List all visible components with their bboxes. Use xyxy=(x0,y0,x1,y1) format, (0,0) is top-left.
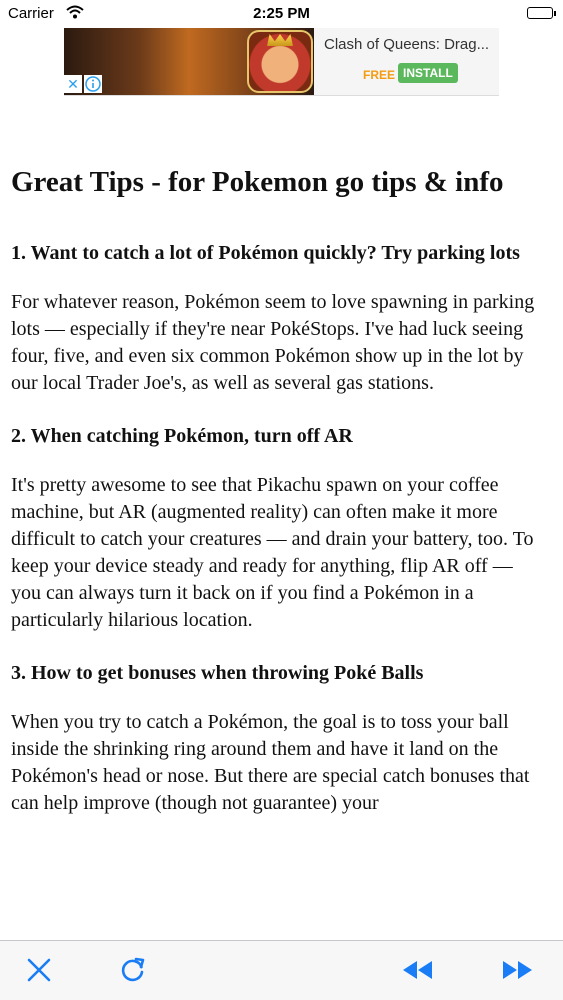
section-body: When you try to catch a Pokémon, the goa… xyxy=(11,711,530,814)
section-heading: 2. When catching Pokémon, turn off AR xyxy=(11,425,353,447)
section-body: For whatever reason, Pokémon seem to lov… xyxy=(11,291,535,394)
crown-icon xyxy=(267,34,293,46)
status-bar: Carrier 2:25 PM xyxy=(0,0,563,28)
ad-free-label: FREE xyxy=(363,68,396,82)
fast-forward-icon[interactable] xyxy=(501,955,535,985)
ad-banner[interactable]: Clash of Queens: Drag... FREE INSTALL ✕ xyxy=(64,28,499,96)
section-heading: 1. Want to catch a lot of Pokémon quickl… xyxy=(11,242,520,264)
battery-icon xyxy=(527,7,556,19)
ad-install-button[interactable]: INSTALL xyxy=(398,63,458,83)
article: Great Tips - for Pokemon go tips & info … xyxy=(11,162,541,843)
ad-close-icon[interactable]: ✕ xyxy=(64,75,82,93)
article-title: Great Tips - for Pokemon go tips & info xyxy=(11,166,504,198)
section-body: It's pretty awesome to see that Pikachu … xyxy=(11,474,534,631)
close-icon[interactable] xyxy=(24,955,54,985)
ad-info-icon[interactable] xyxy=(84,75,102,93)
ad-title[interactable]: Clash of Queens: Drag... xyxy=(324,36,489,53)
section-heading: 3. How to get bonuses when throwing Poké… xyxy=(11,662,424,684)
bottom-toolbar xyxy=(0,940,563,1000)
rewind-icon[interactable] xyxy=(400,955,434,985)
refresh-icon[interactable] xyxy=(118,955,148,985)
status-time: 2:25 PM xyxy=(253,5,310,22)
